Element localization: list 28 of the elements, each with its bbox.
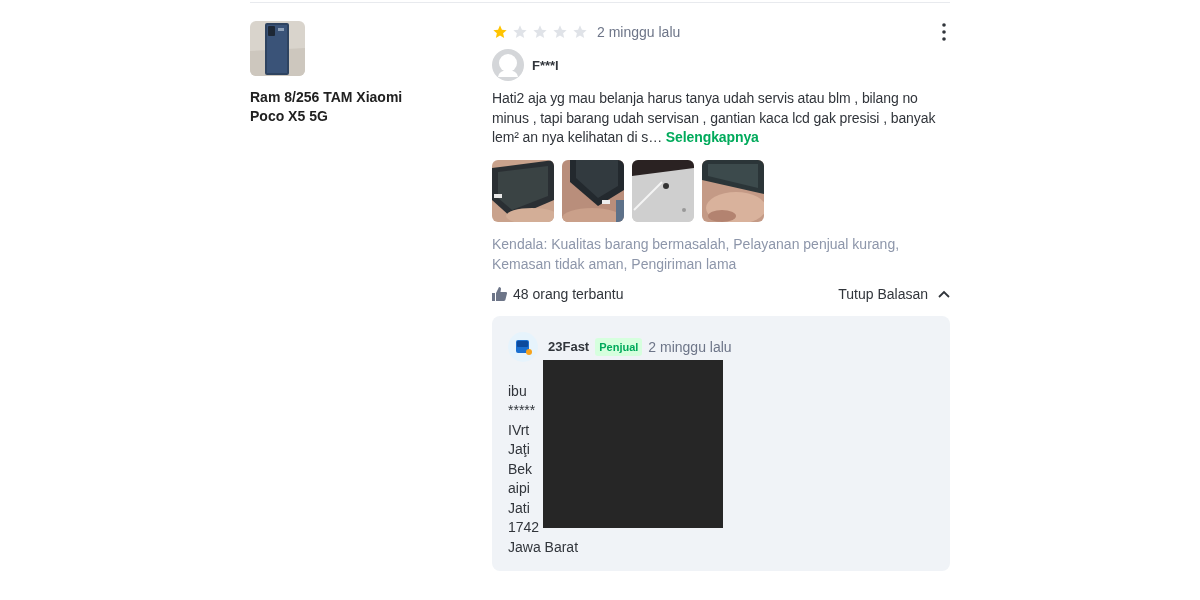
reply-line: aipi (508, 479, 531, 498)
helpful-count: 48 orang terbantu (513, 285, 624, 302)
reply-line: Jawa Barat (508, 537, 580, 557)
star-icon (572, 24, 588, 40)
seller-name[interactable]: 23Fast (548, 339, 590, 354)
star-icon (512, 24, 528, 40)
reply-time: 2 minggu lalu (648, 338, 732, 355)
reply-line: Jati (508, 498, 531, 518)
product-name[interactable]: Ram 8/256 TAM Xiaomi Poco X5 5G (250, 88, 430, 126)
chevron-icon (938, 289, 950, 298)
hide-replies-button[interactable]: Tutup Balasan (838, 285, 950, 302)
reply-line: ibu (508, 381, 528, 401)
avatar-icon (492, 49, 524, 81)
star-icon (552, 24, 568, 40)
store-logo-icon (508, 331, 538, 362)
star-icon (492, 24, 508, 40)
star-icon (532, 24, 548, 40)
review-text: Hati2 aja yg mau belanja harus tanya udah servis atau blm , bilang no minus , tapi barang udah servisan , gantian kaca lcd gak presisi , banyak lem² an nya kelihatan di s… Selengkapnya (492, 89, 937, 147)
thumbs-up-icon[interactable] (492, 286, 507, 301)
reply-line: IVrt (508, 420, 531, 440)
reply-line: 1742 (508, 518, 540, 537)
reply-line: Bek (508, 459, 534, 479)
seller-badge: Penjual (595, 337, 643, 356)
reply-line: ***** (508, 401, 537, 420)
reply-line: Jaţi (508, 440, 531, 459)
reviewer-name[interactable]: F***l (532, 57, 559, 73)
review-issues: Kendala: Kualitas barang bermasalah, Pelayanan penjual kurang, Kemasan tidak aman, Pengiriman lama (492, 234, 901, 274)
review-time: 2 minggu lalu (597, 24, 682, 40)
